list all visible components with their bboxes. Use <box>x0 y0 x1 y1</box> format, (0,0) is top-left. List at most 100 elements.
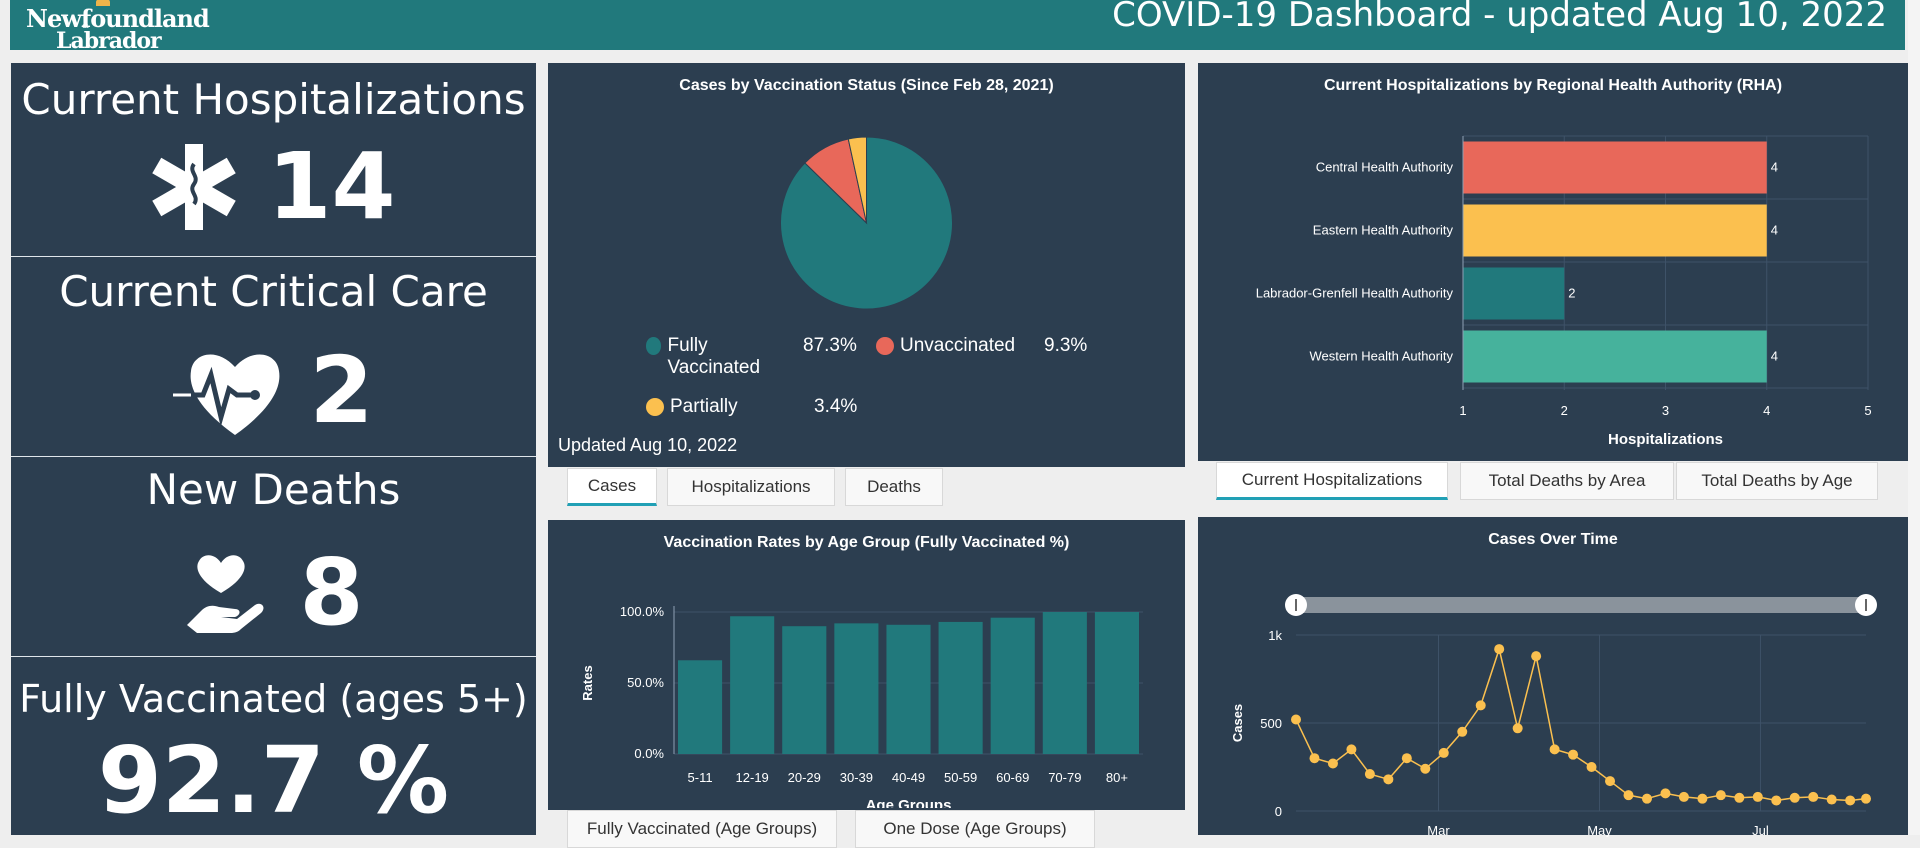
data-point <box>1327 758 1338 769</box>
panel-title: Current Hospitalizations by Regional Hea… <box>1323 77 1783 94</box>
data-point <box>1641 793 1652 804</box>
tab-fully-vaccinated-age[interactable]: Fully Vaccinated (Age Groups) <box>567 810 837 848</box>
stat-value: 2 <box>309 337 374 444</box>
x-tick-label: 30-39 <box>840 770 873 785</box>
bar <box>1463 141 1767 194</box>
x-tick-label: 20-29 <box>788 770 821 785</box>
data-point <box>1383 774 1394 785</box>
data-point <box>1475 700 1486 711</box>
series-line <box>1295 646 1867 802</box>
x-axis-label: Hospitalizations <box>1608 431 1723 448</box>
panel-title: Cases by Vaccination Status (Since Feb 2… <box>679 77 1054 94</box>
data-point <box>1771 795 1782 806</box>
data-point <box>1660 788 1671 799</box>
legend-unvaccinated[interactable]: Unvaccinated <box>876 335 1015 357</box>
data-point <box>1734 792 1745 803</box>
tab-total-deaths-by-age[interactable]: Total Deaths by Age <box>1676 462 1878 500</box>
stat-value: 92.7 % <box>97 727 450 834</box>
bar <box>886 624 931 754</box>
stat-label: New Deaths <box>146 465 401 514</box>
data-label: 4 <box>1771 349 1778 364</box>
y-tick-label: 50.0% <box>627 675 664 690</box>
x-tick-label: 3 <box>1662 403 1669 418</box>
legend-unvaccinated-pct: 9.3% <box>1044 335 1088 356</box>
data-point <box>1586 762 1597 772</box>
dashboard-title: COVID-19 Dashboard - updated Aug 10, 202… <box>1112 0 1887 35</box>
legend-partially-pct: 3.4% <box>814 396 858 417</box>
y-axis-label: Cases <box>1230 704 1245 742</box>
data-point <box>1549 744 1560 755</box>
x-tick-label: 5 <box>1864 403 1871 418</box>
bar <box>730 616 775 754</box>
y-tick-label: Labrador-Grenfell Health Authority <box>1256 286 1454 301</box>
bar <box>1094 612 1139 754</box>
data-point <box>1826 794 1837 805</box>
vaccination-age-panel: Vaccination Rates by Age Group (Fully Va… <box>548 520 1185 810</box>
data-point <box>1697 793 1708 804</box>
x-tick-label: 80+ <box>1106 770 1128 785</box>
x-tick-label: 2 <box>1561 403 1568 418</box>
data-point <box>1752 791 1763 802</box>
legend-swatch <box>646 398 664 416</box>
data-point <box>1291 714 1301 725</box>
data-point <box>1605 776 1616 787</box>
y-tick-label: 500 <box>1260 716 1282 731</box>
rha-bar-chart: 1 2 3 4 5 Central Health Authority 4 Eastern He… <box>1256 135 1872 448</box>
page-scrollbar[interactable] <box>1908 0 1920 835</box>
time-range-slider <box>1296 597 1866 613</box>
heart-in-hand-icon <box>187 554 264 633</box>
data-point <box>1861 793 1871 804</box>
data-point <box>1364 769 1375 780</box>
legend-label: Unvaccinated <box>900 335 1016 356</box>
data-point <box>1438 747 1449 758</box>
tab-one-dose-age[interactable]: One Dose (Age Groups) <box>855 810 1095 848</box>
data-point <box>1346 744 1357 755</box>
data-point <box>1531 651 1542 662</box>
stat-label: Current Critical Care <box>59 267 488 316</box>
legend-fully-vaccinated[interactable]: Fully Vaccinated <box>646 335 786 379</box>
bar <box>990 617 1035 754</box>
stat-label: Current Hospitalizations <box>21 75 526 124</box>
pie-chart <box>780 136 953 310</box>
x-tick-label: 50-59 <box>944 770 977 785</box>
data-label: 4 <box>1771 160 1778 175</box>
stat-current-critical-care: Current Critical Care 2 <box>11 257 536 457</box>
bar <box>1463 204 1767 257</box>
legend-partially[interactable]: Partially <box>646 396 738 418</box>
medical-star-icon <box>152 143 237 230</box>
updated-note: Updated Aug 10, 2022 <box>558 435 738 455</box>
y-tick-label: 0.0% <box>634 746 664 761</box>
cases-line-chart: 05001kMarMayJulCasesDate <box>1230 594 1877 837</box>
legend-label: Fully Vaccinated <box>667 335 761 378</box>
data-label: 2 <box>1568 286 1575 301</box>
age-bar-chart: 0.0% 50.0% 100.0% 5-11 12-19 20-29 30-39 40-49 5… <box>580 604 1143 808</box>
tab-cases[interactable]: Cases <box>567 468 657 506</box>
x-tick-label: 40-49 <box>892 770 925 785</box>
stat-new-deaths: New Deaths 8 <box>11 457 536 657</box>
rha-hospitalizations-panel: Current Hospitalizations by Regional Hea… <box>1198 63 1908 461</box>
data-point <box>1808 791 1819 802</box>
x-tick-label: 60-69 <box>996 770 1029 785</box>
y-axis-label: Rates <box>580 665 595 700</box>
tab-hospitalizations[interactable]: Hospitalizations <box>667 468 835 506</box>
data-point <box>1678 791 1689 802</box>
nl-logo: Newfoundland & Labrador <box>18 0 210 54</box>
tab-total-deaths-by-area[interactable]: Total Deaths by Area <box>1460 462 1674 500</box>
bar <box>1042 612 1087 754</box>
legend-swatch <box>646 337 662 355</box>
data-point <box>1309 753 1320 764</box>
data-label: 4 <box>1771 223 1778 238</box>
data-point <box>1789 792 1800 803</box>
tab-deaths[interactable]: Deaths <box>845 468 943 506</box>
y-tick-label: Eastern Health Authority <box>1313 223 1454 238</box>
stat-label: Fully Vaccinated (ages 5+) <box>19 677 528 721</box>
data-point <box>1401 753 1412 764</box>
bar <box>678 660 723 754</box>
x-tick-label: 12-19 <box>736 770 769 785</box>
cases-over-time-panel: Cases Over Time 05001kMarMayJulCasesDate <box>1198 517 1908 837</box>
stat-fully-vaccinated: Fully Vaccinated (ages 5+) 92.7 % <box>11 657 536 835</box>
logo-line2: Labrador <box>56 28 162 54</box>
data-point <box>1715 790 1726 801</box>
tab-current-hospitalizations[interactable]: Current Hospitalizations <box>1216 462 1448 500</box>
data-point <box>1457 726 1468 737</box>
